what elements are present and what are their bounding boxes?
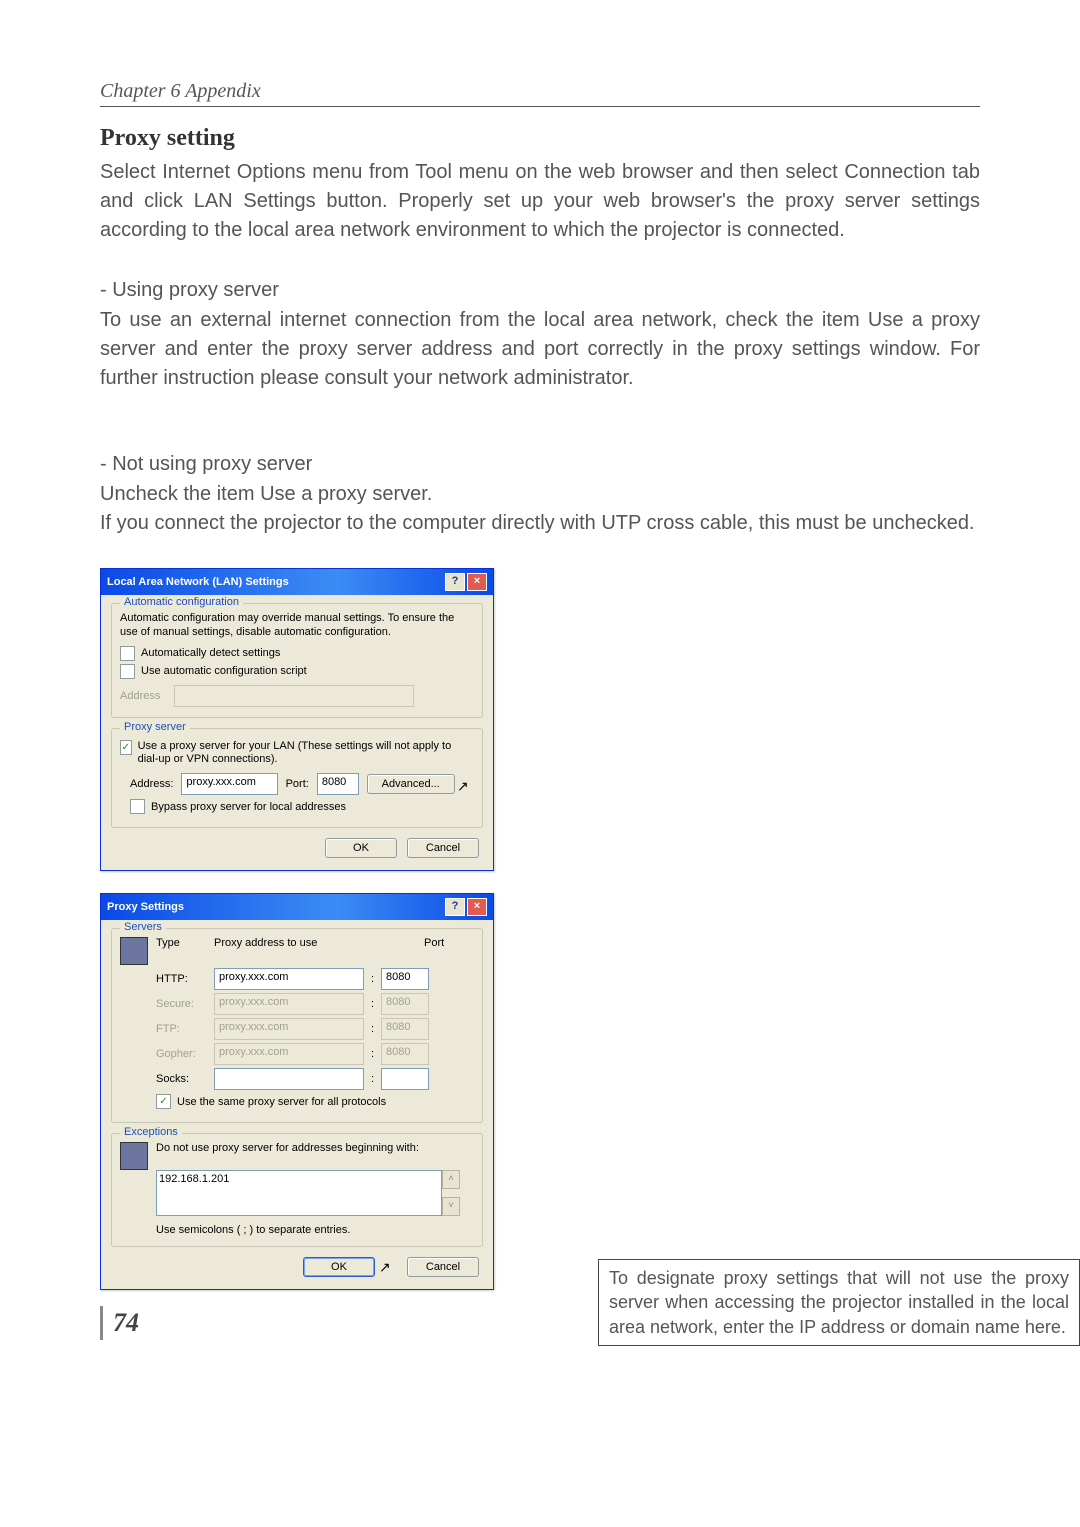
- subsection-not-using-proxy-line1: Uncheck the item Use a proxy server.: [100, 480, 980, 509]
- server-row-label: Gopher:: [156, 1048, 208, 1060]
- server-row-label: Secure:: [156, 998, 208, 1010]
- bypass-local-label: Bypass proxy server for local addresses: [151, 801, 346, 813]
- same-proxy-label: Use the same proxy server for all protoc…: [177, 1096, 386, 1108]
- use-proxy-label: Use a proxy server for your LAN (These s…: [138, 740, 474, 768]
- server-icon: [120, 937, 148, 965]
- scroll-down-icon[interactable]: ˅: [442, 1197, 460, 1216]
- server-row: Socks::: [156, 1068, 474, 1090]
- col-port: Port: [424, 937, 474, 949]
- server-row-port-input[interactable]: [381, 1068, 429, 1090]
- exceptions-icon: [120, 1142, 148, 1170]
- close-icon[interactable]: ×: [467, 573, 487, 591]
- lan-settings-dialog: Local Area Network (LAN) Settings ? × Au…: [100, 568, 494, 871]
- server-row-address-input: proxy.xxx.com: [214, 993, 364, 1015]
- use-proxy-checkbox[interactable]: ✓: [120, 740, 132, 755]
- server-row-address-input: proxy.xxx.com: [214, 1043, 364, 1065]
- col-type: Type: [156, 937, 208, 949]
- server-row-port-input: 8080: [381, 1043, 429, 1065]
- subsection-using-proxy-body: To use an external internet connection f…: [100, 306, 980, 393]
- exceptions-callout: To designate proxy settings that will no…: [598, 1259, 1080, 1346]
- server-row-label: FTP:: [156, 1023, 208, 1035]
- dialog-titlebar: Proxy Settings ? ×: [101, 894, 493, 920]
- auto-script-checkbox[interactable]: [120, 664, 135, 679]
- auto-config-group-title: Automatic configuration: [120, 596, 243, 608]
- server-row: Secure: proxy.xxx.com:8080: [156, 993, 474, 1015]
- server-row-label: HTTP:: [156, 973, 208, 985]
- dialog-title-text: Proxy Settings: [107, 901, 184, 913]
- server-row-address-input: proxy.xxx.com: [214, 1018, 364, 1040]
- help-icon[interactable]: ?: [445, 898, 465, 916]
- servers-group-title: Servers: [120, 921, 166, 933]
- server-row-address-input[interactable]: [214, 1068, 364, 1090]
- dialog-titlebar: Local Area Network (LAN) Settings ? ×: [101, 569, 493, 595]
- colon: :: [370, 1073, 375, 1085]
- colon: :: [370, 998, 375, 1010]
- colon: :: [370, 1048, 375, 1060]
- auto-config-desc: Automatic configuration may override man…: [120, 612, 474, 640]
- subsection-using-proxy-title: - Using proxy server: [100, 279, 980, 302]
- exceptions-hint: Use semicolons ( ; ) to separate entries…: [156, 1224, 474, 1236]
- col-address: Proxy address to use: [214, 937, 412, 949]
- ok-button[interactable]: OK: [303, 1257, 375, 1277]
- bypass-local-checkbox[interactable]: [130, 799, 145, 814]
- server-row-address-input[interactable]: proxy.xxx.com: [214, 968, 364, 990]
- server-row-port-input: 8080: [381, 993, 429, 1015]
- proxy-server-group: Proxy server ✓ Use a proxy server for yo…: [111, 728, 483, 829]
- close-icon[interactable]: ×: [467, 898, 487, 916]
- auto-config-group: Automatic configuration Automatic config…: [111, 603, 483, 718]
- auto-detect-label: Automatically detect settings: [141, 647, 280, 659]
- help-icon[interactable]: ?: [445, 573, 465, 591]
- cancel-button[interactable]: Cancel: [407, 838, 479, 858]
- proxy-port-label: Port:: [286, 778, 309, 790]
- server-row-port-input: 8080: [381, 1018, 429, 1040]
- cursor-icon: [379, 1261, 391, 1277]
- server-row: Gopher: proxy.xxx.com:8080: [156, 1043, 474, 1065]
- address-label-disabled: Address: [120, 690, 166, 702]
- dialog-title-text: Local Area Network (LAN) Settings: [107, 576, 289, 588]
- exceptions-group: Exceptions Do not use proxy server for a…: [111, 1133, 483, 1247]
- cursor-icon: [457, 780, 468, 796]
- chapter-header: Chapter 6 Appendix: [100, 80, 980, 107]
- same-proxy-checkbox[interactable]: ✓: [156, 1094, 171, 1109]
- ok-button[interactable]: OK: [325, 838, 397, 858]
- proxy-settings-dialog: Proxy Settings ? × Servers Type Proxy ad…: [100, 893, 494, 1290]
- servers-group: Servers Type Proxy address to use Port H…: [111, 928, 483, 1123]
- proxy-address-label: Address:: [130, 778, 173, 790]
- cancel-button[interactable]: Cancel: [407, 1257, 479, 1277]
- server-row-port-input[interactable]: 8080: [381, 968, 429, 990]
- exceptions-label: Do not use proxy server for addresses be…: [156, 1142, 419, 1154]
- proxy-server-group-title: Proxy server: [120, 721, 190, 733]
- section-title: Proxy setting: [100, 125, 980, 152]
- colon: :: [370, 1023, 375, 1035]
- exceptions-group-title: Exceptions: [120, 1126, 182, 1138]
- intro-paragraph: Select Internet Options menu from Tool m…: [100, 158, 980, 245]
- server-row: FTP: proxy.xxx.com:8080: [156, 1018, 474, 1040]
- auto-detect-checkbox[interactable]: [120, 646, 135, 661]
- server-row: HTTP: proxy.xxx.com:8080: [156, 968, 474, 990]
- scroll-up-icon[interactable]: ˄: [442, 1170, 460, 1189]
- subsection-not-using-proxy-line2: If you connect the projector to the comp…: [100, 509, 980, 538]
- advanced-button[interactable]: Advanced...: [367, 774, 455, 794]
- proxy-address-input[interactable]: proxy.xxx.com: [181, 773, 277, 795]
- server-row-label: Socks:: [156, 1073, 208, 1085]
- proxy-port-input[interactable]: 8080: [317, 773, 359, 795]
- exceptions-input[interactable]: 192.168.1.201: [156, 1170, 442, 1216]
- subsection-not-using-proxy-title: - Not using proxy server: [100, 453, 980, 476]
- auto-script-label: Use automatic configuration script: [141, 665, 307, 677]
- colon: :: [370, 973, 375, 985]
- auto-script-address-input: [174, 685, 414, 707]
